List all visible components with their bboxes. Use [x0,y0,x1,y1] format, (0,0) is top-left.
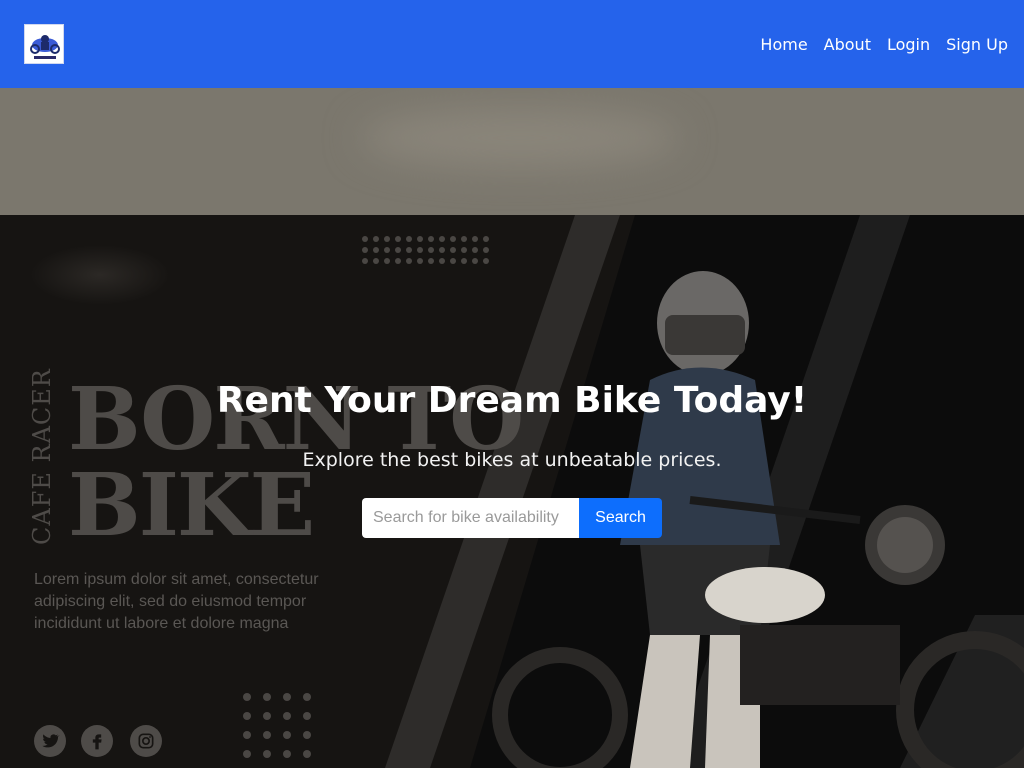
nav-links: Home About Login Sign Up [744,0,1008,88]
nav-home-link[interactable]: Home [760,35,807,54]
bike-rental-logo-icon [25,25,63,63]
dot-grid-decoration-bottom [243,693,311,758]
facebook-icon [81,725,113,757]
banner-blur-shape [360,108,680,168]
hero-subtitle: Explore the best bikes at unbeatable pri… [302,449,722,471]
instagram-icon [130,725,162,757]
search-bar: Search [362,498,662,538]
search-button[interactable]: Search [579,498,662,538]
nav-about-link[interactable]: About [824,35,871,54]
dot-grid-decoration [362,236,489,264]
hero-banner-top [0,88,1024,215]
navbar: Home About Login Sign Up [0,0,1024,88]
logo[interactable] [24,24,64,64]
banner-body-text: Lorem ipsum dolor sit amet, consectetur … [34,571,319,632]
hero-title: Rent Your Dream Bike Today! [216,380,808,421]
search-input[interactable] [362,498,579,538]
twitter-icon [34,725,66,757]
hero-section: CAFE RACER BORN TO BIKE Lorem ipsum dolo… [0,215,1024,768]
nav-signup-link[interactable]: Sign Up [946,35,1008,54]
nav-login-link[interactable]: Login [887,35,930,54]
